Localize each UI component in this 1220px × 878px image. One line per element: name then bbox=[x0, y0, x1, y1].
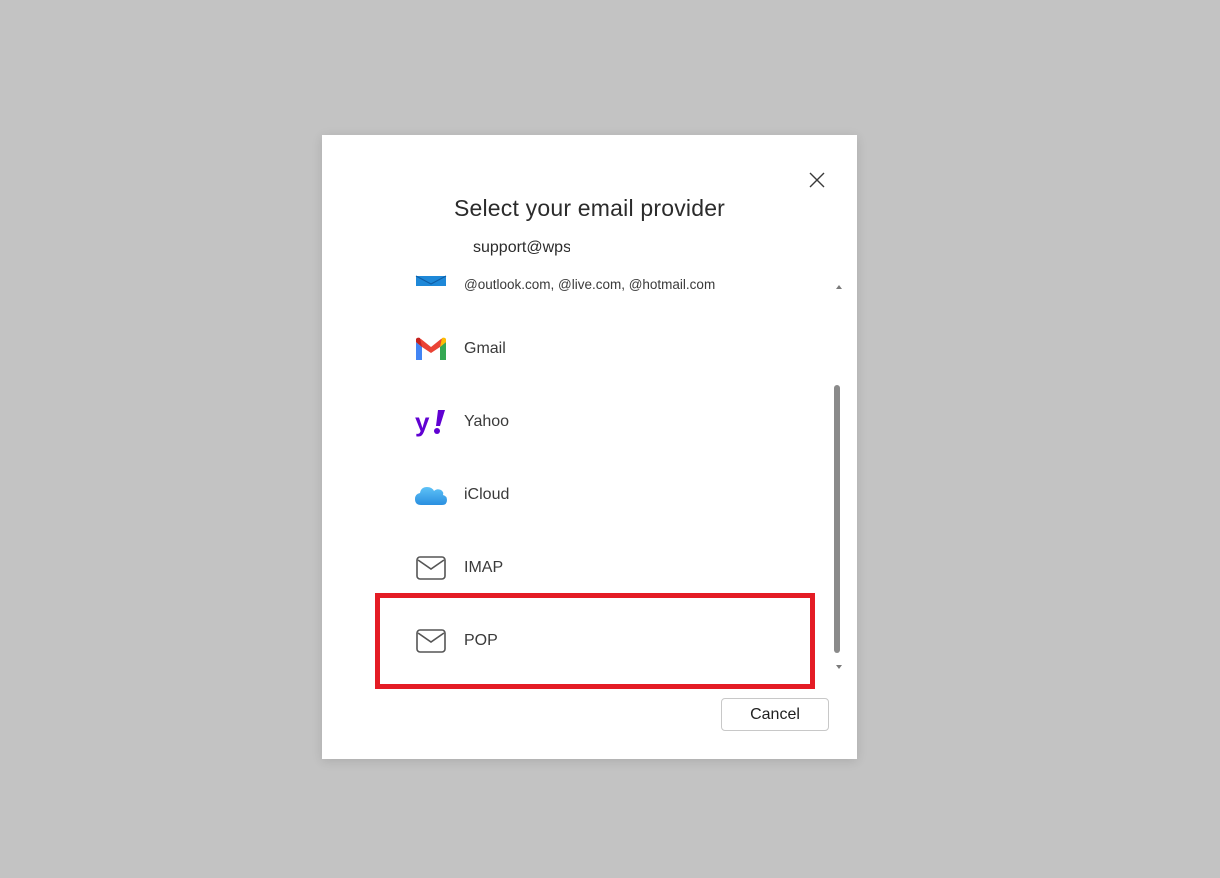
icloud-icon bbox=[414, 483, 448, 507]
email-provider-dialog: Select your email provider support@wps @… bbox=[322, 135, 857, 759]
mail-envelope-icon bbox=[414, 555, 448, 581]
provider-label: POP bbox=[464, 632, 498, 649]
provider-label: iCloud bbox=[464, 486, 510, 503]
cancel-button[interactable]: Cancel bbox=[721, 698, 829, 731]
provider-list: @outlook.com, @live.com, @hotmail.com Gm… bbox=[378, 271, 828, 681]
account-email: support@wps bbox=[473, 239, 570, 256]
provider-item-imap[interactable]: IMAP bbox=[378, 532, 808, 604]
provider-item-pop[interactable]: POP bbox=[378, 605, 808, 677]
outlook-icon bbox=[414, 271, 448, 300]
scroll-down-arrow-icon[interactable] bbox=[836, 665, 842, 669]
scroll-up-arrow-icon[interactable] bbox=[836, 285, 842, 289]
close-icon bbox=[809, 172, 825, 188]
mail-envelope-icon bbox=[414, 628, 448, 654]
provider-item-gmail[interactable]: Gmail bbox=[378, 313, 808, 385]
scrollbar-thumb[interactable] bbox=[834, 385, 840, 653]
gmail-icon bbox=[414, 336, 448, 362]
close-button[interactable] bbox=[804, 167, 830, 193]
provider-label: @outlook.com, @live.com, @hotmail.com bbox=[464, 276, 716, 292]
yahoo-icon: y bbox=[414, 407, 448, 437]
svg-text:y: y bbox=[415, 407, 430, 437]
scrollbar[interactable] bbox=[832, 285, 846, 675]
provider-label: Yahoo bbox=[464, 413, 510, 430]
provider-item-icloud[interactable]: iCloud bbox=[378, 459, 808, 531]
dialog-title: Select your email provider bbox=[453, 195, 726, 221]
provider-item-yahoo[interactable]: y Yahoo bbox=[378, 386, 808, 458]
provider-label: Gmail bbox=[464, 340, 506, 357]
provider-label: IMAP bbox=[464, 559, 504, 576]
